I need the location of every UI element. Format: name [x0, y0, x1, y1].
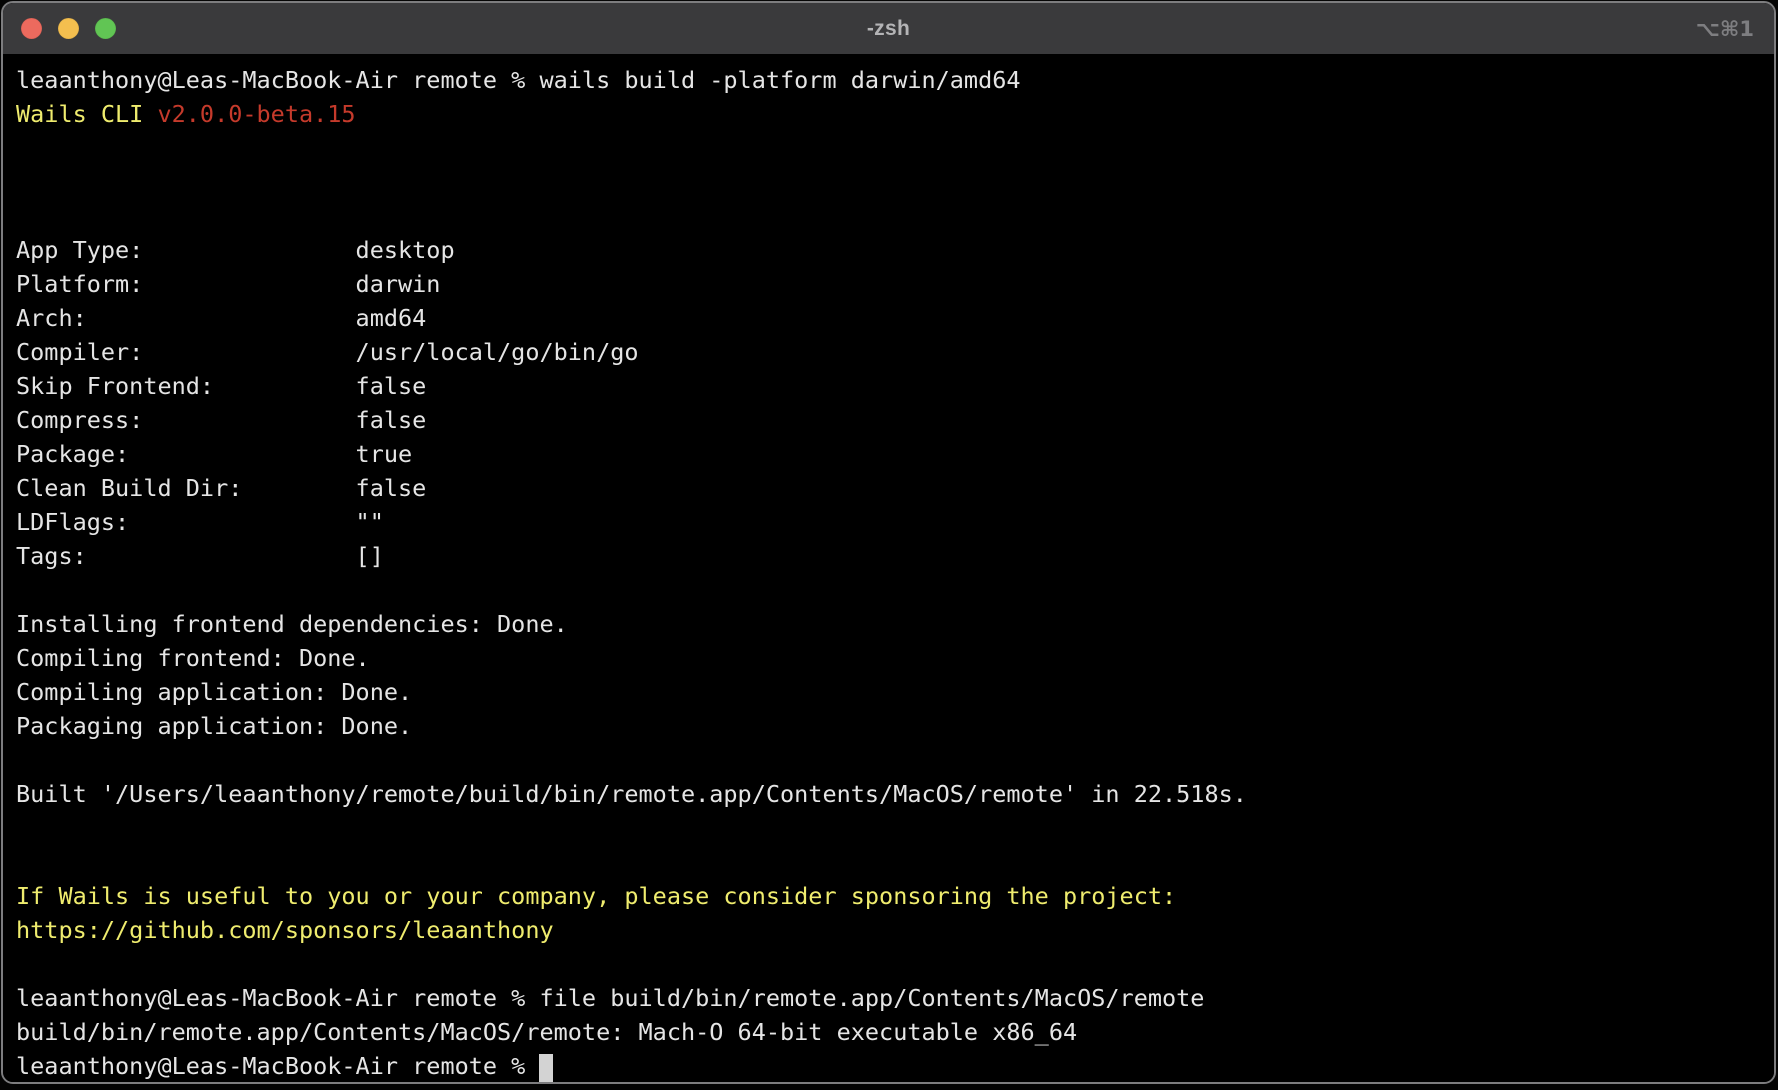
terminal-line	[16, 947, 1774, 981]
terminal-line: Compiling frontend: Done.	[16, 641, 1774, 675]
terminal-line: Platform: darwin	[16, 267, 1774, 301]
text-segment: Built '/Users/leaanthony/remote/build/bi…	[16, 780, 1247, 808]
text-segment: Compiler: /usr/local/go/bin/go	[16, 338, 639, 366]
terminal-line: https://github.com/sponsors/leaanthony	[16, 913, 1774, 947]
text-segment: Packaging application: Done.	[16, 712, 412, 740]
terminal-line	[16, 165, 1774, 199]
text-segment: LDFlags: ""	[16, 508, 384, 536]
terminal-line	[16, 845, 1774, 879]
terminal-line: Built '/Users/leaanthony/remote/build/bi…	[16, 777, 1774, 811]
terminal-line: Package: true	[16, 437, 1774, 471]
terminal-line: leaanthony@Leas-MacBook-Air remote % wai…	[16, 63, 1774, 97]
text-segment: Platform: darwin	[16, 270, 440, 298]
terminal-output-area[interactable]: leaanthony@Leas-MacBook-Air remote % wai…	[3, 56, 1774, 1082]
text-segment: leaanthony@Leas-MacBook-Air remote %	[16, 1052, 539, 1080]
text-segment: https://github.com/sponsors/leaanthony	[16, 916, 554, 944]
terminal-line: Compress: false	[16, 403, 1774, 437]
text-segment: Skip Frontend: false	[16, 372, 426, 400]
text-segment: Installing frontend dependencies: Done.	[16, 610, 568, 638]
terminal-line: Installing frontend dependencies: Done.	[16, 607, 1774, 641]
traffic-lights	[21, 3, 116, 54]
terminal-line	[16, 811, 1774, 845]
terminal-line: LDFlags: ""	[16, 505, 1774, 539]
text-segment: Compiling frontend: Done.	[16, 644, 370, 672]
zoom-button[interactable]	[95, 18, 116, 39]
terminal-line: Packaging application: Done.	[16, 709, 1774, 743]
terminal-line: Arch: amd64	[16, 301, 1774, 335]
tab-shortcut-badge: ⌥⌘1	[1696, 3, 1754, 54]
text-segment: If Wails is useful to you or your compan…	[16, 882, 1176, 910]
terminal-line	[16, 131, 1774, 165]
text-segment: Package: true	[16, 440, 412, 468]
close-button[interactable]	[21, 18, 42, 39]
terminal-line: leaanthony@Leas-MacBook-Air remote %	[16, 1049, 1774, 1083]
text-segment: leaanthony@Leas-MacBook-Air remote % wai…	[16, 66, 1021, 94]
terminal-cursor	[539, 1054, 553, 1083]
window-title: -zsh	[3, 17, 1774, 41]
terminal-line	[16, 573, 1774, 607]
text-segment: Clean Build Dir: false	[16, 474, 426, 502]
terminal-line: build/bin/remote.app/Contents/MacOS/remo…	[16, 1015, 1774, 1049]
text-segment: Compress: false	[16, 406, 426, 434]
text-segment: v2.0.0-beta.15	[157, 100, 355, 128]
titlebar[interactable]: -zsh ⌥⌘1	[3, 3, 1774, 55]
terminal-line: Wails CLI v2.0.0-beta.15	[16, 97, 1774, 131]
terminal-line: Clean Build Dir: false	[16, 471, 1774, 505]
terminal-line: leaanthony@Leas-MacBook-Air remote % fil…	[16, 981, 1774, 1015]
terminal-window: -zsh ⌥⌘1 leaanthony@Leas-MacBook-Air rem…	[1, 1, 1776, 1084]
text-segment: Arch: amd64	[16, 304, 426, 332]
text-segment: build/bin/remote.app/Contents/MacOS/remo…	[16, 1018, 1077, 1046]
text-segment: Tags: []	[16, 542, 384, 570]
text-segment: Wails CLI	[16, 100, 157, 128]
terminal-line: Compiling application: Done.	[16, 675, 1774, 709]
terminal-line: If Wails is useful to you or your compan…	[16, 879, 1774, 913]
terminal-line: Skip Frontend: false	[16, 369, 1774, 403]
terminal-line: App Type: desktop	[16, 233, 1774, 267]
minimize-button[interactable]	[58, 18, 79, 39]
terminal-line	[16, 199, 1774, 233]
text-segment: leaanthony@Leas-MacBook-Air remote % fil…	[16, 984, 1204, 1012]
terminal-line: Compiler: /usr/local/go/bin/go	[16, 335, 1774, 369]
terminal-line: Tags: []	[16, 539, 1774, 573]
terminal-line	[16, 743, 1774, 777]
text-segment: Compiling application: Done.	[16, 678, 412, 706]
text-segment: App Type: desktop	[16, 236, 455, 264]
